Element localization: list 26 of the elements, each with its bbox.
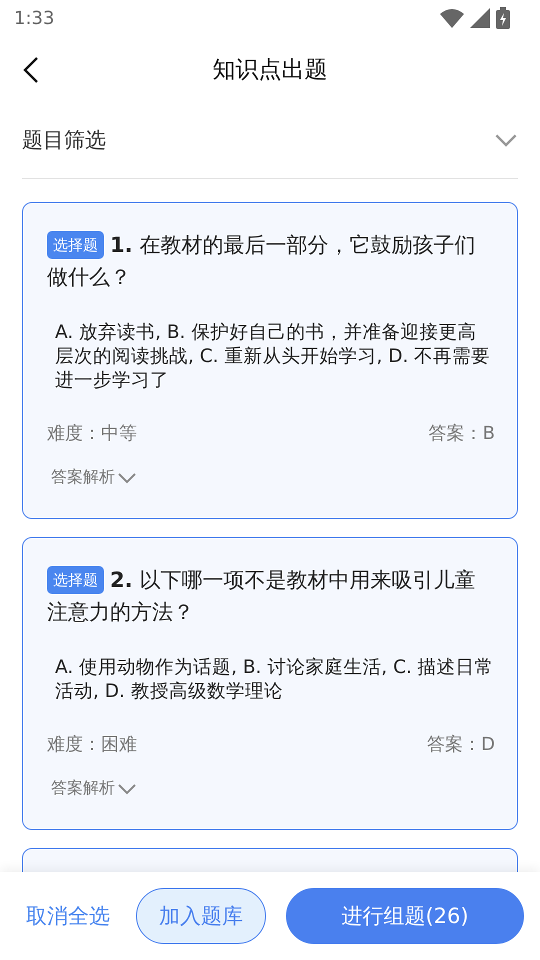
page-title: 知识点出题 <box>212 56 328 84</box>
filter-label: 题目筛选 <box>22 127 106 154</box>
chevron-down-icon <box>117 472 137 484</box>
signal-icon <box>470 8 490 28</box>
add-to-bank-button[interactable]: 加入题库 <box>136 888 266 944</box>
question-card[interactable]: 选择题 2. 以下哪一项不是教材中用来吸引儿童注意力的方法？ A. 使用动物作为话题, B. 讨论家庭生活, C. 描述日常活动, D. 教授高级数学理论 难度：困难 答案：D 答案解析 <box>22 537 518 830</box>
question-text: 选择题 1. 在教材的最后一部分，它鼓励孩子们做什么？ <box>47 230 476 291</box>
chevron-down-icon <box>117 782 137 794</box>
question-options: A. 使用动物作为话题, B. 讨论家庭生活, C. 描述日常活动, D. 教授高级数学理论 <box>55 656 495 704</box>
difficulty-text: 难度：中等 <box>47 422 137 445</box>
difficulty-text: 难度：困难 <box>47 733 137 756</box>
battery-icon <box>496 7 510 29</box>
chevron-down-icon <box>494 132 518 148</box>
question-options: A. 放弃读书, B. 保护好自己的书，并准备迎接更高层次的阅读挑战, C. 重新从头开始学习, D. 不再需要进一步学习了 <box>55 321 495 393</box>
analysis-toggle[interactable]: 答案解析 <box>51 778 137 799</box>
question-card[interactable]: 选择题 1. 在教材的最后一部分，它鼓励孩子们做什么？ A. 放弃读书, B. 保护好自己的书，并准备迎接更高层次的阅读挑战, C. 重新从头开始学习, D. 不再需要进一步学习了 难度：中等 答案：B 答案解析 <box>22 202 518 519</box>
question-text: 选择题 2. 以下哪一项不是教材中用来吸引儿童注意力的方法？ <box>47 565 476 626</box>
deselect-all-link[interactable]: 取消全选 <box>26 902 110 930</box>
back-icon[interactable] <box>22 56 40 84</box>
analysis-toggle[interactable]: 答案解析 <box>51 467 137 488</box>
status-time: 1:33 <box>14 8 54 28</box>
wifi-icon <box>440 8 464 28</box>
filter-dropdown[interactable]: 题目筛选 <box>22 102 518 179</box>
answer-text: 答案：B <box>428 422 495 445</box>
compose-button[interactable]: 进行组题(26) <box>286 888 524 944</box>
answer-text: 答案：D <box>427 733 495 756</box>
